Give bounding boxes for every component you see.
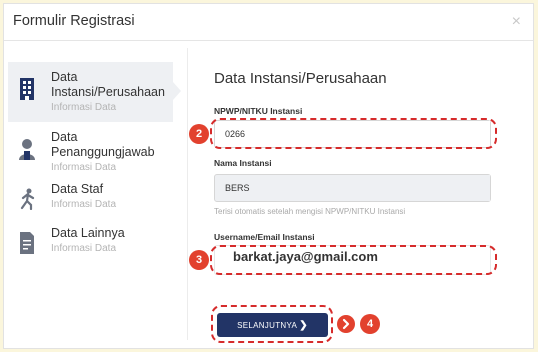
divider bbox=[187, 48, 188, 340]
step-data-lainnya[interactable]: Data Lainnya Informasi Data bbox=[8, 226, 173, 272]
redaction bbox=[340, 175, 490, 201]
step-title: Data Staf bbox=[51, 182, 104, 196]
step-data-instansi[interactable]: Data Instansi/Perusahaan Informasi Data bbox=[8, 62, 181, 122]
email-label: Username/Email Instansi bbox=[214, 232, 315, 242]
annotation-badge-4: 4 bbox=[360, 314, 380, 334]
nama-instansi-label: Nama Instansi bbox=[214, 158, 272, 168]
annotation-highlight-npwp bbox=[210, 118, 497, 149]
modal-header: Formulir Registrasi × bbox=[4, 4, 533, 41]
annotation-badge-3: 3 bbox=[189, 250, 209, 270]
next-button[interactable]: SELANJUTNYA ❯ bbox=[217, 313, 328, 337]
steps-sidebar: Data Instansi/Perusahaan Informasi Data … bbox=[8, 62, 181, 272]
step-title: Data Instansi/Perusahaan bbox=[51, 70, 165, 99]
step-title: Data Penanggungjawab bbox=[51, 130, 155, 159]
annotation-highlight-email bbox=[210, 245, 497, 275]
running-person-icon bbox=[20, 188, 35, 210]
building-icon bbox=[20, 78, 34, 100]
step-title: Data Lainnya bbox=[51, 226, 125, 240]
chevron-right-icon: ❯ bbox=[299, 320, 308, 331]
step-subtitle: Informasi Data bbox=[51, 243, 117, 254]
document-icon bbox=[20, 232, 34, 254]
annotation-badge-2: 2 bbox=[189, 124, 209, 144]
nama-instansi-value: BERS bbox=[225, 183, 250, 193]
step-subtitle: Informasi Data bbox=[51, 102, 117, 113]
nama-instansi-hint: Terisi otomatis setelah mengisi NPWP/NIT… bbox=[214, 207, 406, 216]
close-icon[interactable]: × bbox=[512, 13, 521, 31]
step-data-penanggungjawab[interactable]: Data Penanggungjawab Informasi Data bbox=[8, 122, 173, 180]
step-data-staf[interactable]: Data Staf Informasi Data bbox=[8, 180, 173, 226]
step-subtitle: Informasi Data bbox=[51, 199, 117, 210]
next-button-label: SELANJUTNYA bbox=[237, 321, 297, 330]
arrow-right-icon bbox=[337, 315, 355, 333]
form-content: Data Instansi/Perusahaan NPWP/NITKU Inst… bbox=[214, 70, 494, 242]
section-title: Data Instansi/Perusahaan bbox=[214, 70, 387, 87]
modal-title: Formulir Registrasi bbox=[13, 13, 135, 29]
step-subtitle: Informasi Data bbox=[51, 162, 117, 173]
nama-instansi-field: BERS bbox=[214, 174, 491, 202]
person-icon bbox=[19, 139, 35, 160]
npwp-label: NPWP/NITKU Instansi bbox=[214, 106, 303, 116]
